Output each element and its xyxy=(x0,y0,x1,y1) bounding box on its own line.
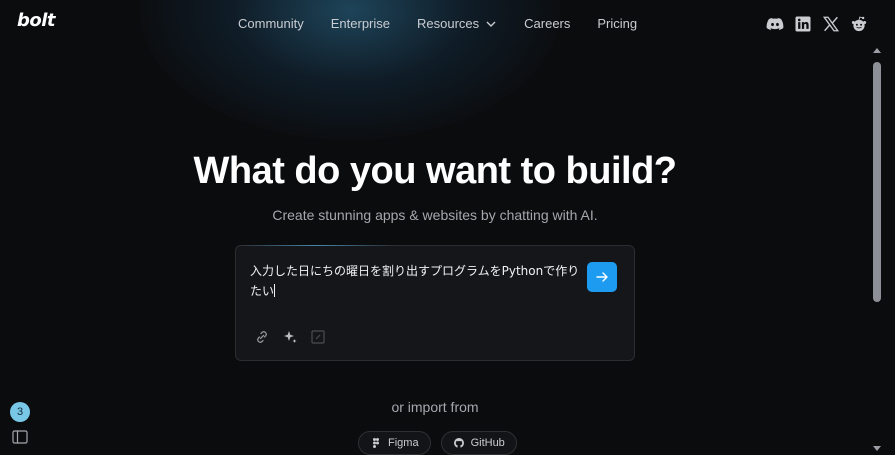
prompt-box: 入力した日にちの曜日を割り出すプログラムをPythonで作りたい xyxy=(235,245,635,361)
discord-icon[interactable] xyxy=(765,14,785,34)
page-subtitle: Create stunning apps & websites by chatt… xyxy=(272,207,598,223)
scroll-up-arrow[interactable] xyxy=(873,48,881,53)
nav-resources-label: Resources xyxy=(417,16,480,31)
page-title: What do you want to build? xyxy=(193,150,677,192)
nav-careers[interactable]: Careers xyxy=(524,16,570,31)
link-icon xyxy=(257,331,267,343)
checkbox-icon xyxy=(311,330,325,344)
window-edge xyxy=(884,0,895,453)
arrow-right-icon xyxy=(596,272,608,282)
nav-pricing[interactable]: Pricing xyxy=(597,16,637,31)
linkedin-icon[interactable] xyxy=(793,14,813,34)
top-nav: Community Enterprise Resources Careers P… xyxy=(238,16,637,31)
attach-link-button[interactable] xyxy=(253,328,271,346)
send-button[interactable] xyxy=(587,262,617,292)
import-github-label: GitHub xyxy=(470,437,505,449)
chevron-down-icon xyxy=(486,21,496,27)
x-icon[interactable] xyxy=(821,14,841,34)
figma-icon xyxy=(373,438,379,448)
social-links xyxy=(765,14,869,34)
sidebar-toggle-icon[interactable] xyxy=(12,430,28,444)
github-icon xyxy=(453,438,464,448)
import-options: Figma GitHub xyxy=(358,431,517,455)
enhance-prompt-button[interactable] xyxy=(281,328,299,346)
import-label: or import from xyxy=(391,399,479,415)
import-github-button[interactable]: GitHub xyxy=(440,431,517,455)
prompt-input[interactable]: 入力した日にちの曜日を割り出すプログラムをPythonで作りたい xyxy=(250,261,585,301)
disabled-tool-button[interactable] xyxy=(309,328,327,346)
import-figma-button[interactable]: Figma xyxy=(358,431,431,455)
text-caret xyxy=(274,284,276,297)
prompt-toolbar xyxy=(253,328,337,346)
bolt-logo[interactable]: bolt xyxy=(17,10,56,31)
import-figma-label: Figma xyxy=(388,437,419,449)
vertical-scrollbar[interactable] xyxy=(870,44,884,453)
nav-community[interactable]: Community xyxy=(238,16,304,31)
nav-enterprise[interactable]: Enterprise xyxy=(331,16,390,31)
notification-badge[interactable]: 3 xyxy=(10,402,30,422)
page: bolt Community Enterprise Resources Care… xyxy=(0,0,870,455)
scroll-down-arrow[interactable] xyxy=(873,446,881,451)
sparkles-icon xyxy=(284,331,297,343)
reddit-icon[interactable] xyxy=(849,14,869,34)
nav-resources[interactable]: Resources xyxy=(417,16,497,31)
prompt-input-value: 入力した日にちの曜日を割り出すプログラムをPythonで作りたい xyxy=(250,264,580,298)
scroll-thumb[interactable] xyxy=(873,62,881,302)
